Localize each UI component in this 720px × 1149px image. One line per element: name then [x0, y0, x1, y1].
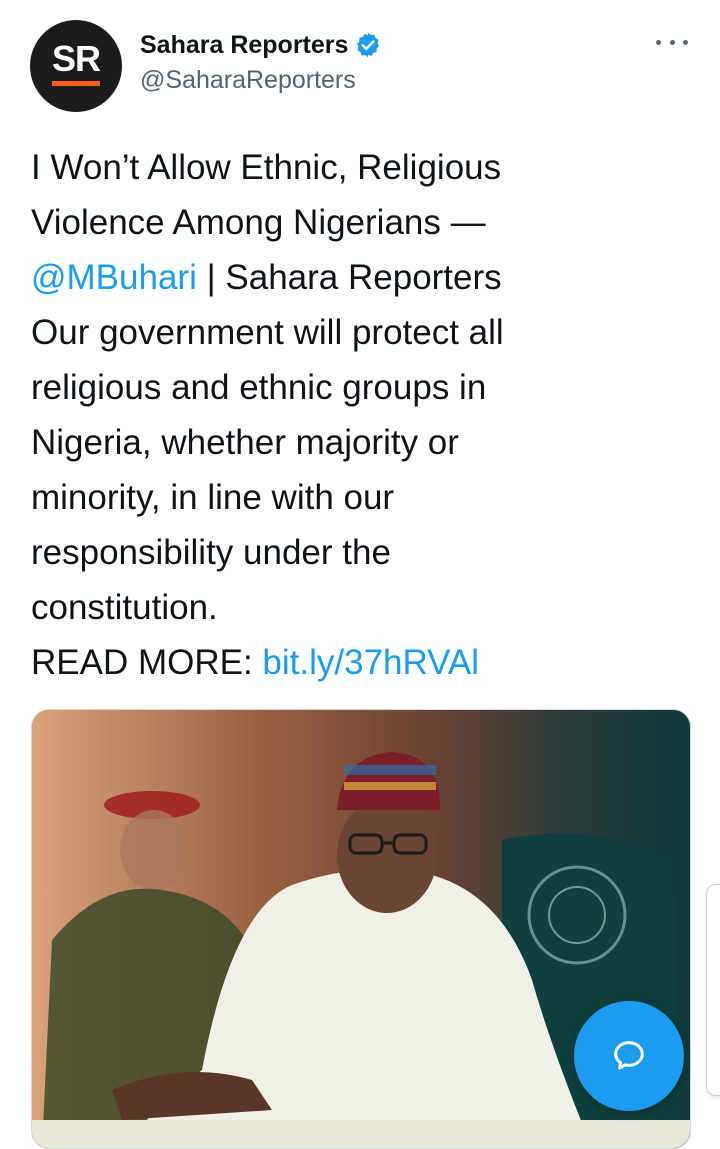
avatar[interactable]: SR [30, 20, 122, 112]
mention-link[interactable]: @MBuhari [31, 258, 197, 297]
tweet-line: minority, in line with our [31, 478, 395, 517]
reply-button[interactable] [574, 1001, 684, 1111]
author-block: Sahara Reporters @SaharaReporters [140, 28, 382, 95]
verified-badge-icon [354, 31, 382, 59]
tweet-text: I Won’t Allow Ethnic, Religious Violence… [31, 140, 671, 690]
avatar-logo-text: SR [51, 37, 101, 79]
tweet-line: religious and ethnic groups in [31, 368, 487, 407]
tweet-line: Violence Among Nigerians — [31, 203, 486, 242]
tweet-line: constitution. [31, 588, 218, 627]
user-handle[interactable]: @SaharaReporters [140, 66, 382, 95]
tweet: SR Sahara Reporters @SaharaReporters I W… [0, 0, 720, 1149]
more-options-icon[interactable] [656, 34, 688, 50]
external-link[interactable]: bit.ly/37hRVAl [262, 643, 479, 682]
tweet-line: I Won’t Allow Ethnic, Religious [31, 148, 502, 187]
display-name[interactable]: Sahara Reporters [140, 31, 348, 60]
more-dot [669, 39, 675, 45]
read-more-label: READ MORE: [31, 643, 263, 682]
more-dot [683, 39, 688, 45]
tweet-line: @MBuhari | Sahara Reporters [31, 250, 671, 305]
name-row: Sahara Reporters [140, 28, 382, 62]
tweet-line-rest: | Sahara Reporters [196, 258, 502, 297]
avatar-logo-bar [52, 80, 100, 86]
more-dot [656, 39, 661, 45]
reply-bubble-icon [614, 1041, 644, 1070]
tweet-line: responsibility under the [31, 533, 391, 572]
side-panel-handle[interactable] [706, 884, 720, 1096]
tweet-line: Nigeria, whether majority or [31, 423, 459, 462]
tweet-line: Our government will protect all [31, 313, 504, 352]
tweet-line: READ MORE: bit.ly/37hRVAl [31, 635, 671, 690]
